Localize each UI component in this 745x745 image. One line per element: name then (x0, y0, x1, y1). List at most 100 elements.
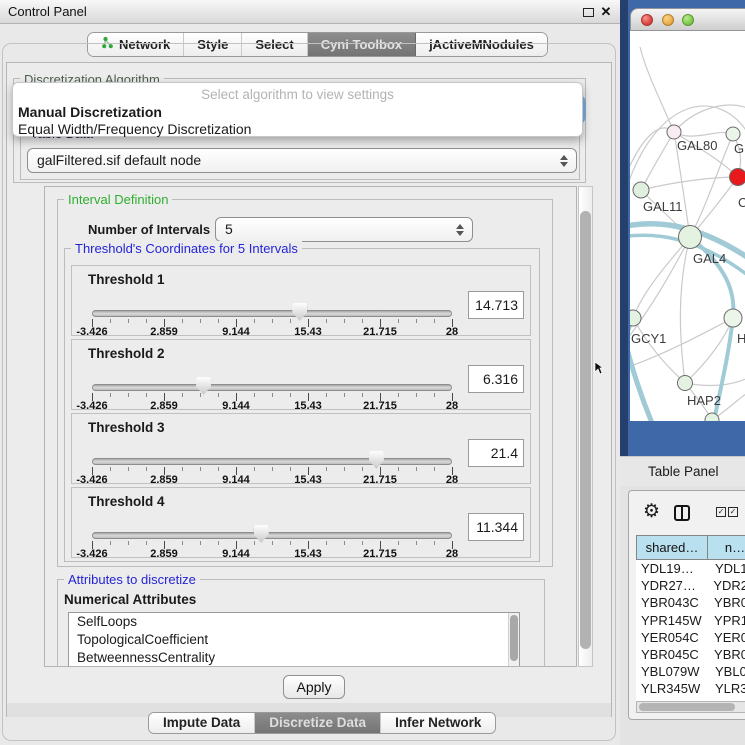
table-data-combobox[interactable]: galFiltered.sif default node (27, 148, 577, 173)
threshold-value-input[interactable]: 6.316 (468, 365, 524, 393)
table-column-header[interactable]: shared… (636, 535, 708, 560)
threshold-label: Threshold 4 (88, 494, 165, 509)
minimize-traffic-light-icon[interactable] (662, 14, 674, 26)
slider-tick-label: 15.43 (294, 326, 322, 338)
group-title: Interval Definition (64, 192, 172, 207)
threshold-value-input[interactable]: 11.344 (468, 513, 524, 541)
network-node[interactable] (630, 310, 641, 326)
tab-infer-network[interactable]: Infer Network (381, 713, 495, 733)
network-node[interactable] (679, 226, 702, 249)
combo-stepper-icon (560, 155, 568, 167)
gear-icon[interactable]: ⚙ (643, 501, 660, 523)
tab-discretize-data[interactable]: Discretize Data (255, 713, 381, 733)
apply-button[interactable]: Apply (283, 675, 345, 699)
slider-scale-labels: -3.4262.8599.14415.4321.71528 (92, 326, 452, 339)
network-node[interactable] (667, 125, 681, 139)
table-cell: YDR2 (706, 577, 745, 594)
columns-icon[interactable] (674, 505, 690, 521)
network-node[interactable] (730, 169, 745, 186)
table-row[interactable]: YLR345WYLR3 (636, 680, 745, 697)
threshold-label: Threshold 3 (88, 420, 165, 435)
table-row[interactable]: YBL079WYBL0 (636, 663, 745, 680)
table-row[interactable]: YDL19…YDL1 (636, 560, 745, 577)
threshold-slider-track[interactable] (92, 458, 452, 465)
control-panel-titlebar: Control Panel ✕ (0, 0, 620, 24)
slider-tick-label: 2.859 (150, 548, 178, 560)
threshold-value-input[interactable]: 21.4 (468, 439, 524, 467)
network-node-label: GCY1 (631, 331, 666, 346)
table-row[interactable]: YBR045CYBR0 (636, 646, 745, 663)
algorithm-option[interactable]: Manual Discretization (16, 104, 585, 121)
attribute-list-item[interactable]: TopologicalCoefficient (69, 631, 519, 649)
table-row[interactable]: YBR043CYBR0 (636, 594, 745, 611)
threshold-slider-track[interactable] (92, 384, 452, 391)
zoom-traffic-light-icon[interactable] (682, 14, 694, 26)
list-scrollbar[interactable] (508, 613, 519, 667)
combo-value: galFiltered.sif default node (37, 149, 201, 172)
slider-tick-label: 21.715 (363, 400, 397, 412)
panel-title: Control Panel (8, 0, 87, 24)
slider-tick-label: 9.144 (222, 400, 250, 412)
combo-stepper-icon (456, 224, 464, 236)
number-of-intervals-combobox[interactable]: 5 (215, 217, 473, 242)
close-traffic-light-icon[interactable] (641, 14, 653, 26)
slider-tick-label: 21.715 (363, 474, 397, 486)
group-title: Attributes to discretize (64, 572, 200, 587)
slider-tick-label: 28 (446, 474, 458, 486)
checkbox-icon[interactable]: ✓ (728, 507, 738, 517)
attribute-list-item[interactable]: BetweennessCentrality (69, 649, 519, 667)
checkbox-icon[interactable]: ✓ (716, 507, 726, 517)
network-node-label: H (737, 331, 745, 346)
table-column-header[interactable]: n… (707, 535, 745, 560)
attribute-list-item[interactable]: SelfLoops (69, 613, 519, 631)
table-cell: YDL1 (708, 560, 745, 577)
network-node[interactable] (724, 309, 742, 327)
table-horizontal-scrollbar[interactable] (636, 701, 745, 713)
network-node-label: GAL4 (693, 251, 726, 266)
mouse-cursor (594, 361, 604, 375)
table-cell: YDL19… (636, 560, 708, 577)
panel-scrollbar-thumb[interactable] (580, 211, 591, 649)
slider-tick-label: 15.43 (294, 400, 322, 412)
slider-tick-label: 28 (446, 326, 458, 338)
network-node[interactable] (678, 376, 693, 391)
control-panel: Control Panel ✕ NetworkStyleSelectCyni T… (0, 0, 620, 745)
table-cell: YLR345W (636, 680, 708, 697)
table-row[interactable]: YER054CYER0 (636, 629, 745, 646)
tab-impute-data[interactable]: Impute Data (149, 713, 255, 733)
table-panel-titlebar: Table Panel (620, 456, 745, 486)
threshold-slider-track[interactable] (92, 310, 452, 317)
slider-tick-label: 15.43 (294, 548, 322, 560)
panel-scrollbar[interactable] (578, 186, 593, 667)
table-row[interactable]: YPR145WYPR1 (636, 612, 745, 629)
table-cell: YBR043C (636, 594, 707, 611)
threshold-panel: Threshold 1-3.4262.8599.14415.4321.71528… (71, 265, 531, 336)
network-node[interactable] (633, 182, 649, 198)
network-window-titlebar[interactable] (630, 8, 745, 31)
close-icon[interactable]: ✕ (599, 3, 613, 21)
slider-tick-label: 2.859 (150, 474, 178, 486)
slider-tick-label: -3.426 (76, 548, 107, 560)
slider-scale-labels: -3.4262.8599.14415.4321.71528 (92, 474, 452, 487)
algorithm-option[interactable]: Equal Width/Frequency Discretization (16, 121, 585, 138)
table-cell: YBL079W (636, 663, 708, 680)
threshold-panel: Threshold 3 -3.4262.8599.14415.4321.71528… (71, 413, 531, 484)
algorithm-dropdown: Select algorithm to view settings Manual… (12, 82, 583, 137)
threshold-value-input[interactable]: 14.713 (468, 291, 524, 319)
table-scrollbar-thumb[interactable] (639, 703, 735, 711)
table-cell: YBL0 (708, 663, 745, 680)
slider-tick-label: -3.426 (76, 326, 107, 338)
table-cell: YBR0 (707, 594, 745, 611)
float-icon[interactable] (583, 8, 594, 17)
slider-tick-label: 9.144 (222, 326, 250, 338)
table-row[interactable]: YDR27…YDR2 (636, 577, 745, 594)
threshold-slider-track[interactable] (92, 532, 452, 539)
right-side: GAL80GCGAL11GAL4GCY1HHAP2 Table Panel ⚙ … (620, 0, 745, 745)
network-node[interactable] (726, 127, 740, 141)
slider-tick-label: 28 (446, 548, 458, 560)
bottom-tab-bar: Impute DataDiscretize DataInfer Network (148, 712, 496, 734)
network-desktop: GAL80GCGAL11GAL4GCY1HHAP2 (620, 0, 745, 456)
list-scrollbar-thumb[interactable] (510, 615, 518, 661)
threshold-label: Threshold 2 (88, 346, 165, 361)
network-canvas[interactable]: GAL80GCGAL11GAL4GCY1HHAP2 (630, 31, 745, 421)
